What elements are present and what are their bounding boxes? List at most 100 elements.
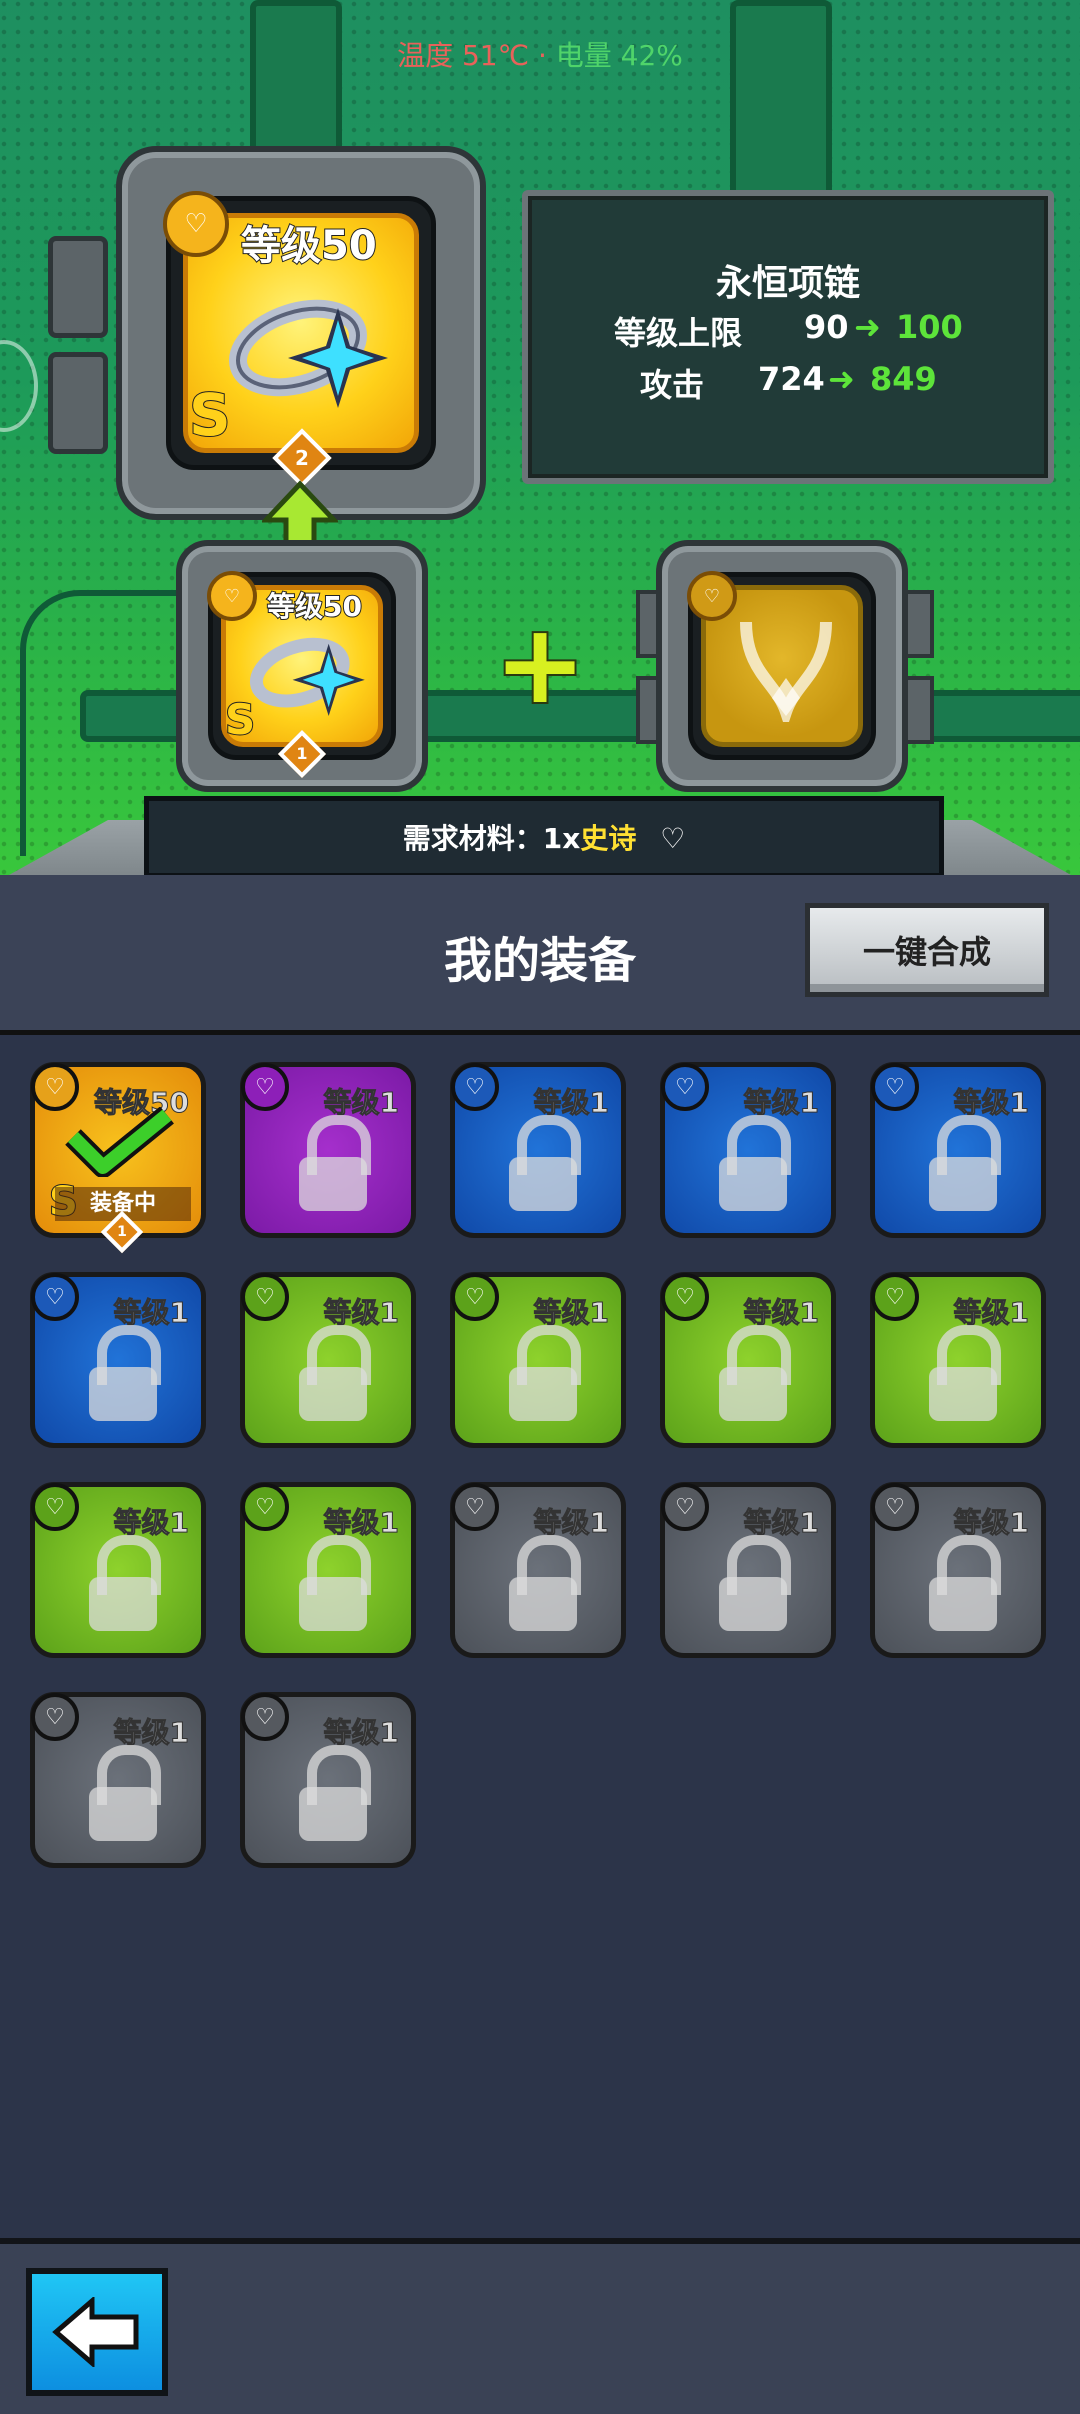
lock-icon: [89, 1745, 161, 1841]
lock-icon: [509, 1535, 581, 1631]
item-name: 永恒项链: [715, 263, 860, 304]
result-level: 等级50: [240, 222, 378, 270]
inventory-item[interactable]: ♡ 等级1: [240, 1692, 416, 1868]
item-stars: 1: [117, 1224, 127, 1240]
status-separator: ·: [537, 39, 547, 72]
back-button[interactable]: [26, 2268, 168, 2396]
temperature-label: 温度 51℃: [397, 39, 530, 72]
inventory-item[interactable]: ♡ 等级1: [870, 1482, 1046, 1658]
requirement-prefix: 需求材料：1x: [402, 822, 581, 855]
necklace-badge-icon: ♡: [163, 191, 229, 257]
source-rank: S: [224, 694, 256, 745]
inventory-item[interactable]: ♡ 等级1: [30, 1692, 206, 1868]
stat-to: 849: [870, 360, 937, 398]
requirement-rarity: 史诗: [580, 822, 637, 855]
lock-icon: [929, 1115, 1001, 1211]
necklace-badge-icon: ♡: [451, 1063, 499, 1111]
necklace-badge-icon: ♡: [31, 1693, 79, 1741]
source-stars: 1: [296, 744, 308, 763]
necklace-badge-icon: ♡: [207, 571, 257, 621]
necklace-badge-icon: ♡: [687, 571, 737, 621]
inventory-item[interactable]: ♡ 等级1: [30, 1482, 206, 1658]
inventory-item[interactable]: ♡ 等级1: [660, 1062, 836, 1238]
lock-icon: [509, 1115, 581, 1211]
necklace-badge-icon: ♡: [661, 1063, 709, 1111]
decor-pipe: [250, 0, 342, 162]
lock-icon: [929, 1535, 1001, 1631]
result-frame: ♡ 等级50 S 2: [116, 146, 486, 520]
lock-icon: [89, 1535, 161, 1631]
lock-icon: [509, 1325, 581, 1421]
arrow-left-icon: [52, 2297, 139, 2367]
inventory-item[interactable]: ♡ 等级1: [660, 1272, 836, 1448]
necklace-badge-icon: ♡: [451, 1273, 499, 1321]
stat-to: 100: [896, 308, 963, 346]
necklace-badge-icon: ♡: [241, 1273, 289, 1321]
necklace-badge-icon: ♡: [871, 1063, 919, 1111]
requirement-bar: 需求材料：1x史诗 ♡: [144, 796, 944, 875]
result-slot[interactable]: ♡ 等级50 S 2: [163, 191, 436, 488]
necklace-badge-icon: ♡: [241, 1483, 289, 1531]
necklace-badge-icon: ♡: [451, 1483, 499, 1531]
necklace-badge-icon: ♡: [31, 1483, 79, 1531]
material-slot[interactable]: ♡: [687, 571, 876, 760]
side-indicator: [0, 340, 38, 432]
merge-all-button[interactable]: 一键合成: [805, 903, 1049, 997]
necklace-badge-icon: ♡: [31, 1063, 79, 1111]
inventory-item[interactable]: ♡ 等级1: [240, 1482, 416, 1658]
lock-icon: [299, 1745, 371, 1841]
inventory-item[interactable]: ♡ 等级1: [450, 1062, 626, 1238]
inventory-item[interactable]: ♡ 等级1: [660, 1482, 836, 1658]
necklace-badge-icon: ♡: [31, 1273, 79, 1321]
inventory-item[interactable]: ♡ 等级1: [240, 1272, 416, 1448]
result-rank: S: [188, 380, 232, 450]
arrow-right-icon: ➜: [828, 360, 855, 398]
merge-scene: 温度 51℃ · 电量 42% ♡ 等级50 S 2 ♡ 等级50 S 1 + …: [0, 0, 1080, 875]
lock-icon: [299, 1115, 371, 1211]
device-status: 温度 51℃ · 电量 42%: [0, 34, 1080, 74]
checkmark-icon: [65, 1107, 174, 1177]
ring-icon: [228, 299, 388, 408]
lock-icon: [89, 1325, 161, 1421]
stat-from: 90: [804, 308, 849, 346]
inventory-item[interactable]: ♡ 等级1: [450, 1272, 626, 1448]
lock-icon: [299, 1535, 371, 1631]
necklace-badge-icon: ♡: [661, 1483, 709, 1531]
material-frame: ♡: [656, 540, 908, 792]
necklace-badge-icon: ♡: [661, 1273, 709, 1321]
item-info-panel: 永恒项链 等级上限 90 ➜ 100 攻击 724 ➜ 849: [522, 190, 1054, 484]
requirement-text: 需求材料：1x史诗 ♡: [149, 817, 939, 857]
inventory-item[interactable]: ♡ 等级1: [240, 1062, 416, 1238]
battery-label: 电量 42%: [555, 39, 683, 72]
decor-pipe: [730, 0, 832, 212]
necklace-icon: ♡: [660, 822, 686, 855]
source-level: 等级50: [266, 589, 363, 624]
lock-icon: [299, 1325, 371, 1421]
source-slot[interactable]: ♡ 等级50 S 1: [207, 571, 396, 779]
lock-icon: [929, 1325, 1001, 1421]
stat-from: 724: [758, 360, 825, 398]
necklace-badge-icon: ♡: [871, 1483, 919, 1531]
necklace-badge-icon: ♡: [871, 1273, 919, 1321]
arrow-right-icon: ➜: [854, 308, 881, 346]
plus-icon: +: [492, 600, 588, 728]
frame-bolt: [48, 352, 108, 454]
ring-icon: [249, 637, 365, 716]
inventory-header: 我的装备 一键合成: [0, 875, 1080, 1035]
lock-icon: [719, 1535, 791, 1631]
inventory-item[interactable]: ♡ 等级1: [30, 1272, 206, 1448]
bottom-bar: [0, 2238, 1080, 2414]
inventory-item[interactable]: ♡等级50S装备中1: [30, 1062, 206, 1254]
frame-bolt: [48, 236, 108, 338]
inventory-item[interactable]: ♡ 等级1: [450, 1482, 626, 1658]
inventory-item[interactable]: ♡ 等级1: [870, 1272, 1046, 1448]
necklace-badge-icon: ♡: [241, 1063, 289, 1111]
necklace-placeholder-icon: [740, 621, 832, 722]
lock-icon: [719, 1115, 791, 1211]
result-stars: 2: [295, 446, 309, 470]
stat-label: 攻击: [640, 366, 705, 404]
inventory-item[interactable]: ♡ 等级1: [870, 1062, 1046, 1238]
necklace-badge-icon: ♡: [241, 1693, 289, 1741]
source-frame: ♡ 等级50 S 1: [176, 540, 428, 792]
stat-label: 等级上限: [614, 314, 743, 352]
